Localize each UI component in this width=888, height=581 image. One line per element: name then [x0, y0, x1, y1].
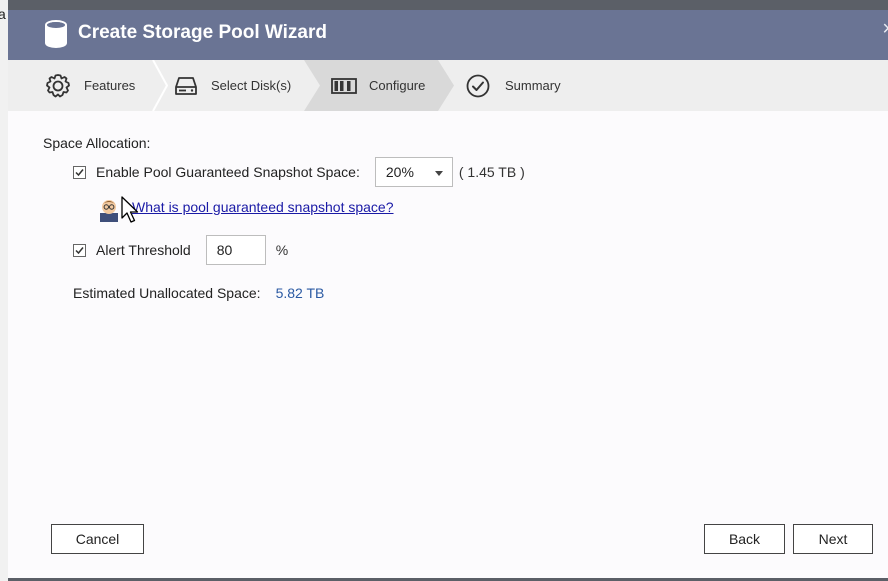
next-button[interactable]: Next	[793, 524, 873, 554]
wizard-dialog: Create Storage Pool Wizard × Features	[8, 10, 888, 578]
step-label: Configure	[369, 78, 426, 93]
snapshot-percent-select[interactable]: 20%	[374, 157, 453, 187]
disk-icon	[174, 75, 198, 97]
mouse-pointer-icon	[121, 196, 139, 227]
storage-pool-icon	[44, 20, 68, 51]
snapshot-row: Enable Pool Guaranteed Snapshot Space: 2…	[73, 157, 525, 187]
wizard-content: Space Allocation: Enable Pool Guaranteed…	[8, 111, 888, 578]
help-mascot-icon	[96, 196, 122, 225]
gear-icon	[44, 72, 72, 100]
alert-row: Alert Threshold 80 %	[73, 235, 288, 265]
snapshot-percent-value: 20%	[385, 164, 414, 180]
back-button[interactable]: Back	[704, 524, 785, 554]
snapshot-label: Enable Pool Guaranteed Snapshot Space:	[96, 164, 360, 180]
alert-threshold-value: 80	[216, 242, 233, 258]
alert-checkbox[interactable]	[73, 243, 86, 257]
estimated-label: Estimated Unallocated Space:	[73, 285, 261, 301]
estimated-value: 5.82 TB	[275, 285, 325, 301]
chevron-down-icon	[434, 171, 443, 176]
snapshot-size-note: ( 1.45 TB )	[458, 164, 525, 180]
alert-label: Alert Threshold	[96, 242, 191, 258]
configure-icon	[331, 77, 357, 95]
background-text: a	[0, 6, 6, 22]
check-circle-icon	[465, 73, 491, 99]
checkmark-icon	[75, 246, 84, 254]
step-separator	[152, 60, 169, 111]
cancel-button[interactable]: Cancel	[51, 524, 144, 554]
step-label: Select Disk(s)	[211, 78, 292, 93]
step-summary: Summary	[465, 60, 561, 111]
step-configure: Configure	[331, 60, 425, 111]
step-label: Summary	[505, 78, 561, 93]
alert-threshold-input[interactable]: 80	[205, 235, 266, 265]
space-allocation-heading: Space Allocation:	[43, 135, 151, 151]
close-icon[interactable]: ×	[882, 18, 888, 41]
snapshot-checkbox[interactable]	[73, 165, 86, 179]
step-select-disks: Select Disk(s)	[174, 60, 291, 111]
snapshot-help-link[interactable]: What is pool guaranteed snapshot space?	[132, 199, 394, 215]
alert-unit: %	[275, 242, 289, 258]
help-link-row: What is pool guaranteed snapshot space?	[132, 199, 394, 215]
wizard-steps: Features Select Disk(s) Configure Summar…	[8, 60, 888, 111]
dialog-titlebar[interactable]: Create Storage Pool Wizard ×	[8, 10, 888, 60]
checkmark-icon	[75, 168, 84, 176]
estimated-row: Estimated Unallocated Space: 5.82 TB	[73, 285, 324, 301]
step-features: Features	[44, 60, 135, 111]
dialog-title: Create Storage Pool Wizard	[78, 22, 327, 43]
step-label: Features	[84, 78, 136, 93]
background-window: a	[0, 0, 8, 581]
